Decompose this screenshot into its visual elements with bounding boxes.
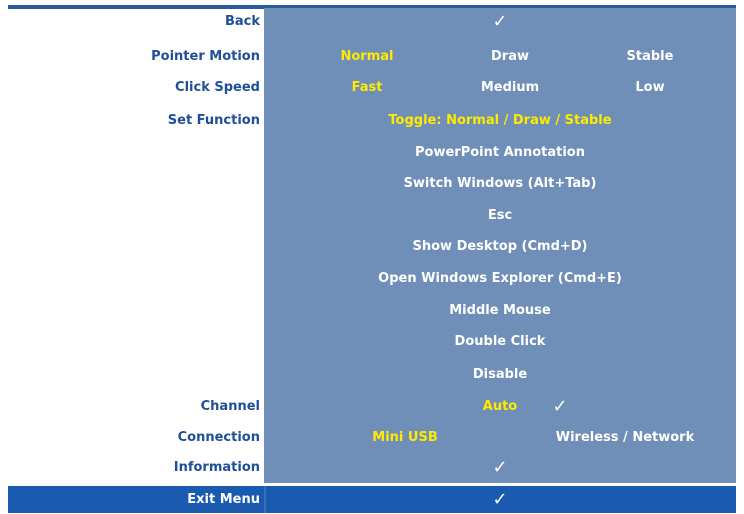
menu-row-channel: Channel Auto ✓ <box>0 394 744 420</box>
channel-auto[interactable]: Auto <box>470 394 530 420</box>
pointer-motion-draw[interactable]: Draw <box>465 44 555 70</box>
set-function-open-windows-explorer[interactable]: Open Windows Explorer (Cmd+E) <box>264 266 736 292</box>
exit-menu-label: Exit Menu <box>187 492 260 507</box>
set-function-option-row: Double Click <box>0 329 744 355</box>
set-function-option-row: Disable <box>0 362 744 388</box>
set-function-label: Set Function <box>167 113 260 128</box>
connection-label: Connection <box>177 430 260 445</box>
exit-check-icon[interactable]: ✓ <box>264 486 736 513</box>
set-function-option-row: Middle Mouse <box>0 298 744 324</box>
back-check-icon[interactable]: ✓ <box>264 9 736 35</box>
pointer-motion-normal[interactable]: Normal <box>322 44 412 70</box>
pointer-motion-label: Pointer Motion <box>151 49 260 64</box>
connection-mini-usb[interactable]: Mini USB <box>340 425 470 451</box>
connection-wireless-network[interactable]: Wireless / Network <box>530 425 720 451</box>
back-label: Back <box>224 14 260 29</box>
set-function-toggle[interactable]: Toggle: Normal / Draw / Stable <box>264 108 736 134</box>
set-function-esc[interactable]: Esc <box>264 203 736 229</box>
click-speed-fast[interactable]: Fast <box>322 75 412 101</box>
menu-row-click-speed: Click Speed Fast Medium Low <box>0 75 744 101</box>
click-speed-medium[interactable]: Medium <box>465 75 555 101</box>
click-speed-label: Click Speed <box>175 80 260 95</box>
click-speed-low[interactable]: Low <box>605 75 695 101</box>
set-function-show-desktop[interactable]: Show Desktop (Cmd+D) <box>264 234 736 260</box>
set-function-powerpoint-annotation[interactable]: PowerPoint Annotation <box>264 140 736 166</box>
menu-row-information[interactable]: Information ✓ <box>0 455 744 481</box>
information-check-icon[interactable]: ✓ <box>264 455 736 481</box>
channel-label: Channel <box>200 399 260 414</box>
set-function-switch-windows[interactable]: Switch Windows (Alt+Tab) <box>264 171 736 197</box>
pointer-motion-stable[interactable]: Stable <box>605 44 695 70</box>
set-function-option-row: PowerPoint Annotation <box>0 140 744 166</box>
set-function-option-row: Show Desktop (Cmd+D) <box>0 234 744 260</box>
set-function-option-row: Esc <box>0 203 744 229</box>
menu-row-exit[interactable]: Exit Menu ✓ <box>0 486 744 513</box>
menu-row-set-function: Set Function Toggle: Normal / Draw / Sta… <box>0 108 744 134</box>
set-function-option-row: Switch Windows (Alt+Tab) <box>0 171 744 197</box>
set-function-middle-mouse[interactable]: Middle Mouse <box>264 298 736 324</box>
set-function-option-row: Open Windows Explorer (Cmd+E) <box>0 266 744 292</box>
information-label: Information <box>173 460 260 475</box>
channel-check-icon: ✓ <box>552 396 568 417</box>
menu-row-back[interactable]: Back ✓ <box>0 9 744 35</box>
set-function-disable[interactable]: Disable <box>264 362 736 388</box>
menu-row-pointer-motion: Pointer Motion Normal Draw Stable <box>0 44 744 70</box>
menu-row-connection: Connection Mini USB Wireless / Network <box>0 425 744 451</box>
set-function-double-click[interactable]: Double Click <box>264 329 736 355</box>
